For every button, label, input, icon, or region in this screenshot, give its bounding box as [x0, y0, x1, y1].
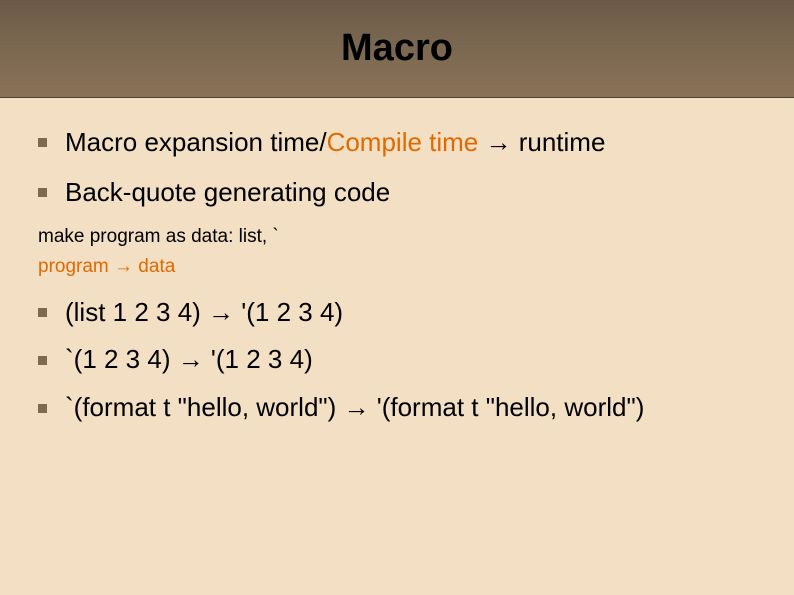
bullet-part-highlight: Compile time	[327, 127, 479, 157]
bullet-icon	[38, 356, 47, 365]
slide: Macro Macro expansion time/Compile time …	[0, 0, 794, 595]
bullet-text: `(1 2 3 4) → '(1 2 3 4)	[65, 343, 313, 377]
bullet-icon	[38, 404, 47, 413]
bullet-part: → runtime	[478, 127, 605, 157]
bullet-text: `(format t "hello, world") → '(format t …	[65, 391, 644, 425]
bullet-icon	[38, 308, 47, 317]
bullet-icon	[38, 188, 47, 197]
bullet-icon	[38, 138, 47, 147]
note-line-highlight: program → data	[38, 256, 756, 278]
slide-title: Macro	[341, 27, 453, 70]
bullet-text: Macro expansion time/Compile time → runt…	[65, 126, 605, 160]
slide-content: Macro expansion time/Compile time → runt…	[0, 98, 794, 425]
bullet-part: Macro expansion time/	[65, 127, 327, 157]
note-line: make program as data: list, `	[38, 226, 756, 248]
bullet-text: (list 1 2 3 4) → '(1 2 3 4)	[65, 296, 343, 330]
bullet-item: `(format t "hello, world") → '(format t …	[38, 391, 756, 425]
bullet-text: Back-quote generating code	[65, 176, 390, 210]
bullet-item: (list 1 2 3 4) → '(1 2 3 4)	[38, 296, 756, 330]
bullet-item: `(1 2 3 4) → '(1 2 3 4)	[38, 343, 756, 377]
bullet-item: Macro expansion time/Compile time → runt…	[38, 126, 756, 160]
bullet-item: Back-quote generating code	[38, 176, 756, 210]
bullet-part: Back-quote generating code	[65, 177, 390, 207]
title-band: Macro	[0, 0, 794, 98]
